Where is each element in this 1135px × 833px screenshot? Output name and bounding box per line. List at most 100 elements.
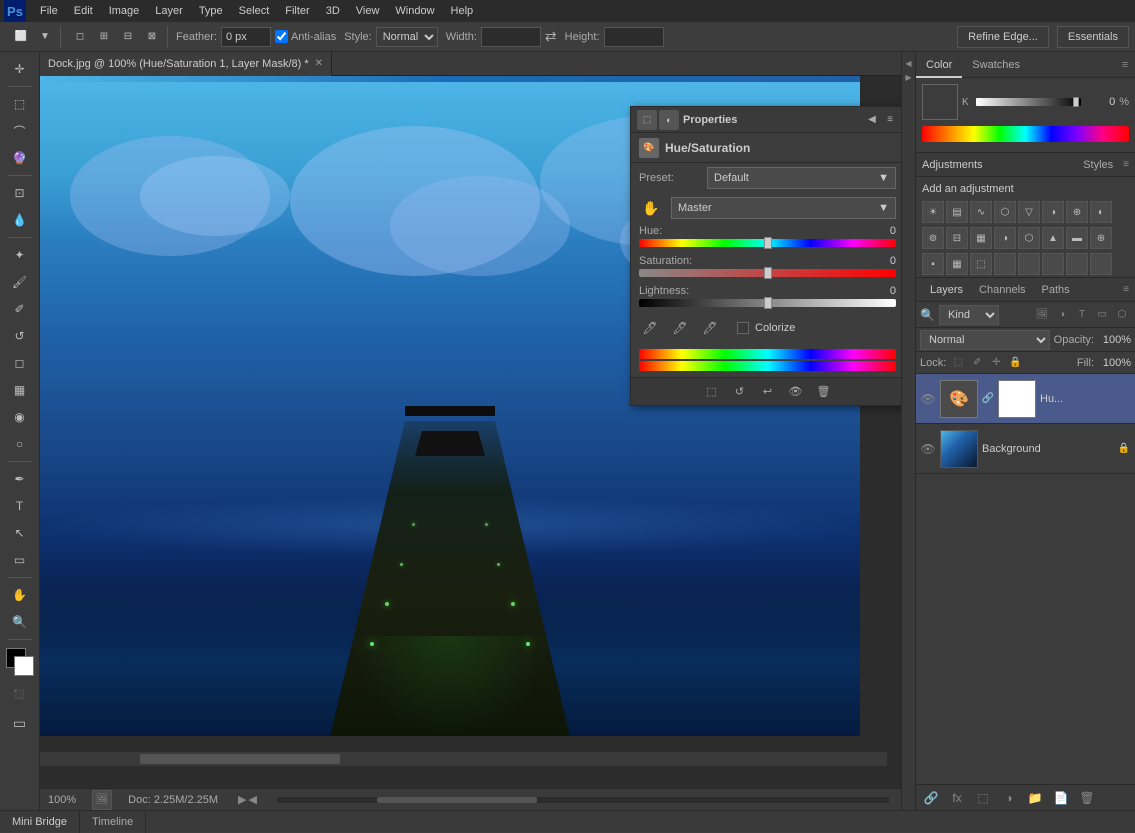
menu-file[interactable]: File [32,0,66,22]
new-layer-btn[interactable]: 📄 [1050,787,1072,809]
pattern-fill-icon[interactable]: ⬚ [970,253,992,275]
vibrance-adj-icon[interactable]: ▽ [1018,201,1040,223]
first-frame-btn[interactable]: ◀ [248,793,256,806]
essentials-btn[interactable]: Essentials [1057,26,1129,48]
layer-hue-sat[interactable]: 👁 🎨 🔗 Hu... [916,374,1135,424]
menu-help[interactable]: Help [443,0,482,22]
delete-layer-btn[interactable]: 🗑 [1076,787,1098,809]
curves-adj-icon[interactable]: ∿ [970,201,992,223]
tab-layers[interactable]: Layers [922,278,971,302]
shape-tool-btn[interactable]: ▭ [7,547,33,573]
anti-alias-checkbox[interactable] [275,30,288,43]
lightness-slider-track[interactable] [639,299,896,307]
filter-type-btn[interactable]: T [1073,306,1091,324]
refine-edge-btn[interactable]: Refine Edge... [957,26,1049,48]
feather-input[interactable] [221,27,271,47]
width-input[interactable] [481,27,541,47]
collapse-panel-btn[interactable]: ◀ [864,112,880,128]
marquee-options-btn[interactable]: ▼ [34,26,56,48]
hand-tool-btn[interactable]: ✋ [7,582,33,608]
background-color[interactable] [14,656,34,676]
mask-icon[interactable]: ⬚ [637,110,657,130]
posterize-icon[interactable]: ⬡ [1018,227,1040,249]
sub-sel-btn[interactable]: ⊟ [117,26,139,48]
filter-shape-btn[interactable]: ▭ [1093,306,1111,324]
canvas-hscroll[interactable] [40,752,887,766]
spot-healing-btn[interactable]: ✦ [7,242,33,268]
eyedropper-add-btn[interactable]: 🖊 [669,317,691,339]
lightness-slider-thumb[interactable] [764,297,772,309]
bottom-tab-bridge[interactable]: Mini Bridge [0,811,80,833]
adj-icon[interactable]: ◐ [659,110,679,130]
prev-frame-btn[interactable]: ▶ [238,793,246,806]
eyedropper-sample-btn[interactable]: 🖊 [639,317,661,339]
filter-adj-btn[interactable]: ◑ [1053,306,1071,324]
eyedropper-subtract-btn[interactable]: 🖊 [699,317,721,339]
history-brush-btn[interactable]: ↺ [7,323,33,349]
filter-kind-select[interactable]: Kind [939,305,999,325]
photo-filter-icon[interactable]: ⊚ [922,227,944,249]
hue-slider-thumb[interactable] [764,237,772,249]
add-mask-btn[interactable]: ⬚ [972,787,994,809]
blend-mode-select[interactable]: Normal [920,330,1050,350]
style-select[interactable]: Normal [376,27,438,47]
strip-collapse-btn[interactable]: ◀ [903,57,915,69]
prev-state-btn[interactable]: ↺ [729,381,751,403]
blur-tool-btn[interactable]: ◉ [7,404,33,430]
layer-visibility-btn-1[interactable]: 👁 [920,391,936,407]
bw-adj-icon[interactable]: ◐ [1090,201,1112,223]
type-tool-btn[interactable]: T [7,493,33,519]
tab-color[interactable]: Color [916,52,962,78]
filter-pixel-btn[interactable]: 🖼 [1033,306,1051,324]
bottom-tab-timeline[interactable]: Timeline [80,811,146,833]
k-slider-track[interactable] [976,98,1081,106]
marquee-tool-btn[interactable]: ⬚ [7,91,33,117]
adj-panel-menu[interactable]: ≡ [1123,159,1129,170]
add-sel-btn[interactable]: ⊞ [93,26,115,48]
k-slider-thumb[interactable] [1073,97,1079,107]
menu-window[interactable]: Window [387,0,442,22]
saturation-slider-track[interactable] [639,269,896,277]
threshold-icon[interactable]: ▲ [1042,227,1064,249]
menu-filter[interactable]: Filter [277,0,317,22]
strip-expand-btn[interactable]: ▶ [903,71,915,83]
scroll-progress-bar[interactable] [277,797,889,803]
document-tab[interactable]: Dock.jpg @ 100% (Hue/Saturation 1, Layer… [40,52,332,76]
link-layers-btn[interactable]: 🔗 [920,787,942,809]
menu-type[interactable]: Type [191,0,231,22]
eyedropper-btn[interactable]: 💧 [7,207,33,233]
gradient-fill-icon[interactable]: ▦ [946,253,968,275]
path-select-btn[interactable]: ↖ [7,520,33,546]
menu-select[interactable]: Select [231,0,278,22]
filter-smart-btn[interactable]: ⬡ [1113,306,1131,324]
add-adj-btn[interactable]: ◑ [998,787,1020,809]
toggle-visibility-btn[interactable]: 👁 [785,381,807,403]
tab-styles[interactable]: Styles [1073,152,1123,178]
tab-close-btn[interactable]: ✕ [315,58,323,69]
invert-icon[interactable]: ◑ [994,227,1016,249]
hscroll-thumb[interactable] [140,754,340,764]
main-color-swatch[interactable] [922,84,958,120]
magic-wand-btn[interactable]: 🔮 [7,145,33,171]
canvas-viewport[interactable]: ⬚ ◐ Properties ◀ ≡ 🎨 Hue/Saturation [40,76,901,788]
solid-color-icon[interactable]: ▪ [922,253,944,275]
menu-3d[interactable]: 3D [318,0,348,22]
menu-view[interactable]: View [348,0,388,22]
lock-position-btn[interactable]: ✛ [988,355,1004,371]
saturation-slider-thumb[interactable] [764,267,772,279]
new-sel-btn[interactable]: ◻ [69,26,91,48]
tab-swatches[interactable]: Swatches [962,52,1030,78]
layers-panel-menu[interactable]: ≡ [1123,284,1129,295]
height-input[interactable] [604,27,664,47]
intersect-sel-btn[interactable]: ⊠ [141,26,163,48]
zoom-tool-btn[interactable]: 🔍 [7,609,33,635]
layer-visibility-btn-2[interactable]: 👁 [920,441,936,457]
huesat-adj-icon[interactable]: ◑ [1042,201,1064,223]
gradient-map-icon[interactable]: ▬ [1066,227,1088,249]
gradient-tool-btn[interactable]: ▦ [7,377,33,403]
panel-menu-btn[interactable]: ≡ [882,112,898,128]
levels-adj-icon[interactable]: ▤ [946,201,968,223]
preset-dropdown[interactable]: Default ▼ [707,167,896,189]
rectangular-marquee-btn[interactable]: ⬜ [10,26,32,48]
crop-tool-btn[interactable]: ⊡ [7,180,33,206]
